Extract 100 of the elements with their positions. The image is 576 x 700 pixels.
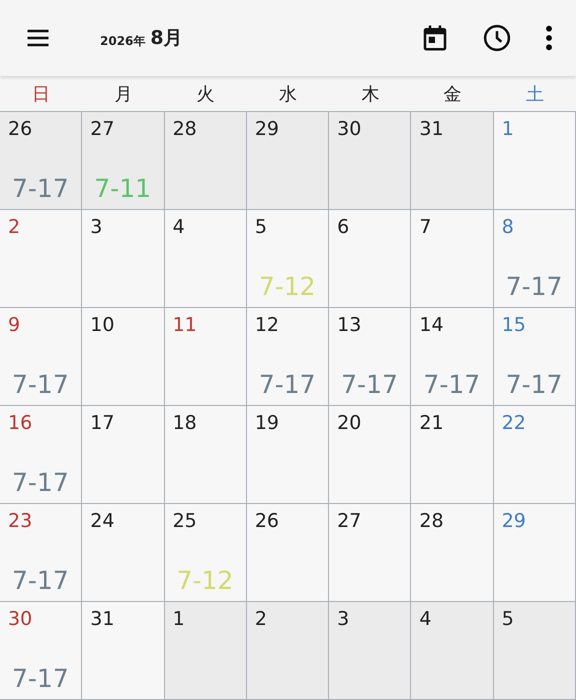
day-cell[interactable]: 4 [164, 210, 247, 308]
day-cell[interactable]: 26 7-17 [0, 112, 82, 210]
day-number: 27 [337, 510, 362, 532]
day-number: 1 [502, 118, 514, 140]
day-cell[interactable]: 23 7-17 [0, 504, 82, 602]
day-number: 3 [90, 216, 102, 238]
day-number: 10 [90, 314, 114, 336]
clock-icon[interactable] [482, 23, 512, 53]
day-number: 27 [90, 118, 114, 140]
weekday-label: 土 [526, 83, 544, 106]
day-cell[interactable]: 30 7-17 [0, 602, 82, 700]
event-label: 7-12 [258, 272, 316, 301]
day-number: 8 [502, 216, 514, 238]
day-number: 17 [90, 412, 114, 434]
day-cell[interactable]: 11 [164, 308, 247, 406]
day-number: 9 [8, 314, 20, 336]
day-cell[interactable]: 3 [82, 210, 165, 308]
month-title: 8月 [150, 26, 183, 51]
day-cell[interactable]: 27 [329, 504, 412, 602]
day-number: 21 [419, 412, 444, 434]
day-cell[interactable]: 2 [0, 210, 82, 308]
event-label: 7-17 [12, 174, 69, 203]
event-label: 7-12 [176, 566, 234, 595]
day-number: 29 [502, 510, 526, 532]
day-cell[interactable]: 14 7-17 [411, 308, 494, 406]
day-cell[interactable]: 15 7-17 [494, 308, 576, 406]
event-label: 7-17 [506, 370, 562, 399]
day-cell[interactable]: 20 [329, 406, 412, 504]
day-number: 15 [502, 314, 526, 336]
day-cell[interactable]: 8 7-17 [494, 210, 576, 308]
year-label: 2026年 [100, 32, 146, 50]
day-cell[interactable]: 26 [246, 504, 330, 602]
weekday-label: 日 [32, 83, 50, 106]
event-label: 7-17 [12, 468, 69, 497]
day-number: 19 [254, 412, 280, 434]
day-number: 4 [419, 608, 432, 630]
event-label: 7-17 [12, 566, 69, 595]
event-label: 7-11 [94, 174, 152, 203]
day-cell[interactable]: 1 [494, 112, 576, 210]
day-number: 5 [254, 216, 267, 238]
day-cell[interactable]: 28 [411, 504, 494, 602]
day-cell[interactable]: 2 [246, 602, 330, 700]
day-number: 4 [172, 216, 185, 238]
day-cell[interactable]: 10 [82, 308, 165, 406]
day-number: 1 [172, 608, 185, 630]
day-number: 3 [337, 608, 350, 630]
day-number: 14 [419, 314, 444, 336]
day-number: 18 [172, 412, 197, 434]
day-cell[interactable]: 9 7-17 [0, 308, 82, 406]
day-cell[interactable]: 5 7-12 [246, 210, 330, 308]
day-cell[interactable]: 12 7-17 [246, 308, 330, 406]
day-cell[interactable]: 4 [411, 602, 494, 700]
day-number: 28 [419, 510, 444, 532]
day-cell[interactable]: 25 7-12 [164, 504, 247, 602]
day-number: 23 [8, 510, 32, 532]
day-cell[interactable]: 5 [494, 602, 576, 700]
day-number: 26 [8, 118, 32, 140]
weekday-label: 水 [278, 83, 297, 106]
day-cell[interactable]: 24 [82, 504, 165, 602]
day-number: 30 [8, 608, 32, 630]
weekday-label: 金 [444, 83, 462, 106]
day-number: 22 [502, 412, 526, 434]
day-number: 6 [337, 216, 350, 238]
day-cell[interactable]: 31 [82, 602, 165, 700]
day-number: 31 [90, 608, 114, 630]
day-cell[interactable]: 18 [164, 406, 247, 504]
day-cell[interactable]: 6 [329, 210, 412, 308]
event-label: 7-17 [423, 370, 480, 399]
event-label: 7-17 [12, 664, 69, 693]
day-cell[interactable]: 31 [411, 112, 494, 210]
day-number: 20 [337, 412, 362, 434]
day-number: 5 [502, 608, 514, 630]
day-cell[interactable]: 16 7-17 [0, 406, 82, 504]
day-cell[interactable]: 30 [329, 112, 412, 210]
day-number: 12 [254, 314, 280, 336]
more-icon[interactable] [544, 24, 554, 52]
day-cell[interactable]: 27 7-11 [82, 112, 165, 210]
day-cell[interactable]: 28 [164, 112, 247, 210]
day-cell[interactable]: 21 [411, 406, 494, 504]
day-cell[interactable]: 13 7-17 [329, 308, 412, 406]
day-cell[interactable]: 3 [329, 602, 412, 700]
day-number: 11 [172, 314, 197, 336]
weekday-label: 火 [196, 83, 215, 106]
day-number: 31 [419, 118, 444, 140]
day-cell[interactable]: 7 [411, 210, 494, 308]
day-cell[interactable]: 29 [246, 112, 330, 210]
day-number: 24 [90, 510, 114, 532]
day-number: 25 [172, 510, 197, 532]
weekday-label: 月 [114, 83, 132, 106]
day-number: 28 [172, 118, 197, 140]
event-label: 7-17 [341, 370, 398, 399]
day-cell[interactable]: 19 [246, 406, 330, 504]
day-number: 16 [8, 412, 32, 434]
day-number: 2 [8, 216, 20, 238]
day-number: 7 [419, 216, 432, 238]
day-cell[interactable]: 1 [164, 602, 247, 700]
day-cell[interactable]: 22 [494, 406, 576, 504]
day-cell[interactable]: 17 [82, 406, 165, 504]
event-label: 7-17 [258, 370, 316, 399]
day-cell[interactable]: 29 [494, 504, 576, 602]
